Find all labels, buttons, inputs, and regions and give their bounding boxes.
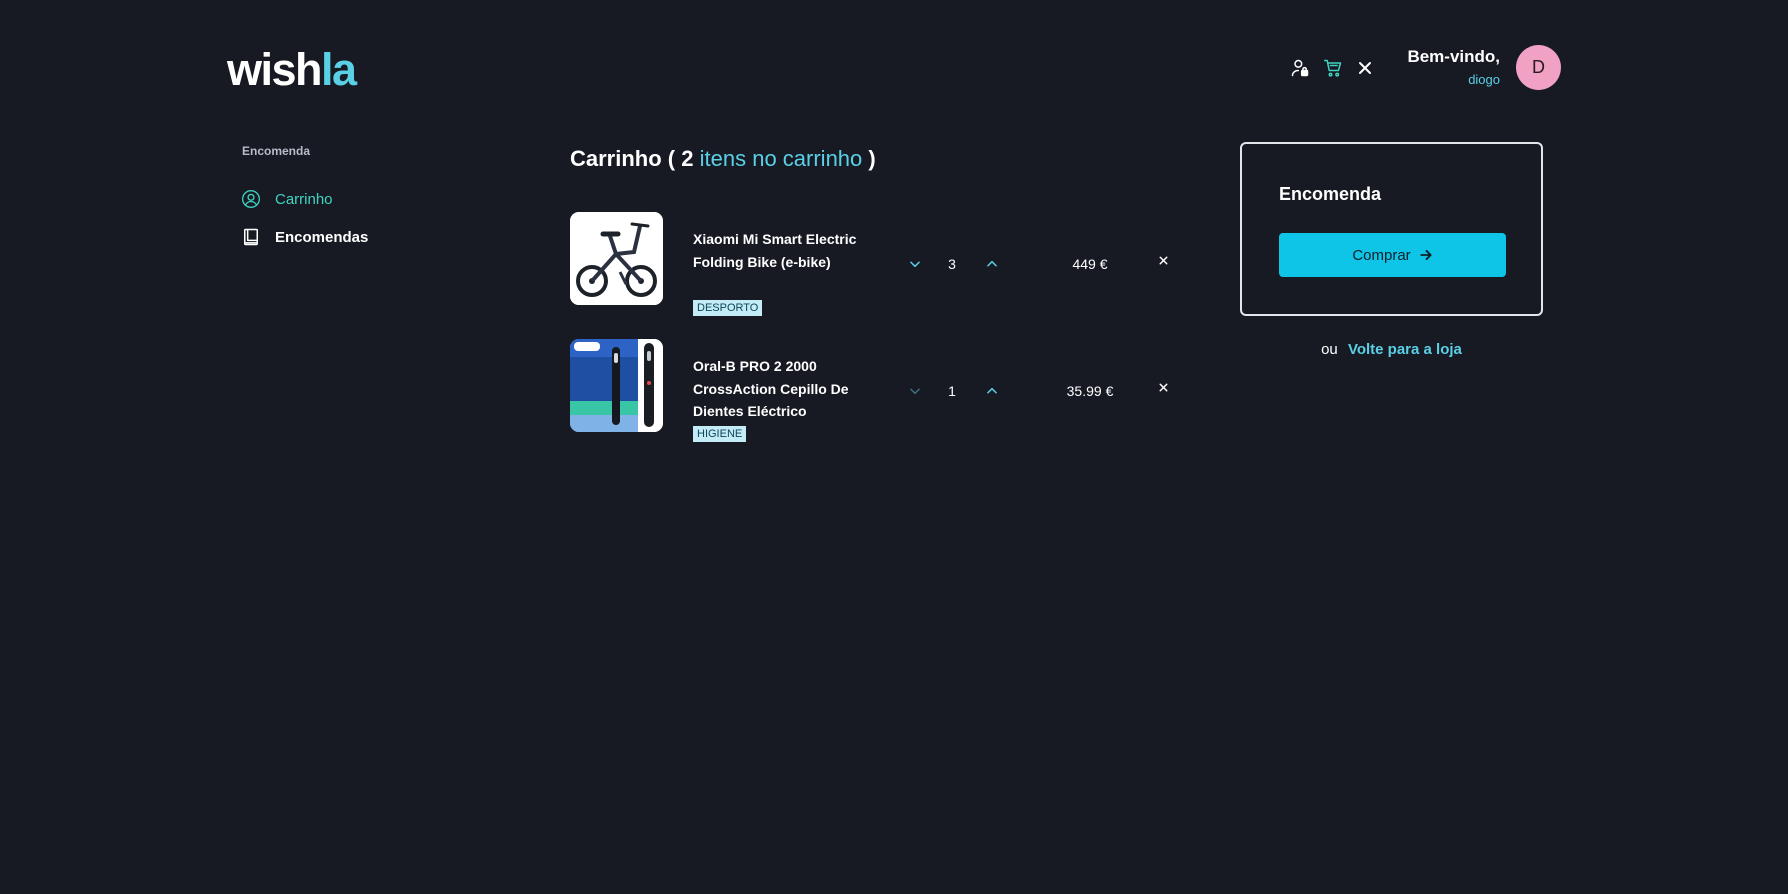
avatar[interactable]: D — [1516, 45, 1561, 90]
buy-button[interactable]: Comprar — [1279, 233, 1506, 277]
category-badge: DESPORTO — [693, 300, 763, 316]
brand-logo[interactable]: wishla — [227, 44, 357, 96]
book-icon — [244, 228, 258, 246]
close-icon[interactable] — [1354, 57, 1376, 79]
chevron-up-icon — [987, 260, 997, 267]
welcome-text: Bem-vindo, — [1407, 47, 1500, 66]
chevron-down-icon — [910, 261, 920, 268]
buy-button-label: Comprar — [1352, 246, 1411, 264]
back-to-shop-link[interactable]: Volte para a loja — [1348, 341, 1462, 358]
user-circle-icon — [242, 190, 260, 208]
username[interactable]: diogo — [1407, 72, 1500, 87]
quantity-value: 1 — [948, 383, 956, 399]
quantity-increase-button[interactable] — [984, 256, 1000, 272]
category-badge: HIGIENE — [693, 426, 747, 442]
cart-icon[interactable] — [1322, 57, 1344, 79]
cart-title-accent: itens no carrinho — [699, 146, 863, 171]
sidebar-item-encomendas[interactable]: Encomendas — [241, 227, 368, 247]
chevron-down-icon — [910, 388, 920, 395]
arrow-right-icon — [1420, 249, 1432, 261]
quantity-decrease-button[interactable] — [907, 383, 923, 399]
back-to-shop-line: ou Volte para a loja — [1240, 341, 1543, 358]
sidebar-item-label: Encomendas — [275, 228, 369, 246]
close-icon — [1158, 383, 1168, 392]
product-image[interactable] — [570, 212, 663, 305]
cart-title-prefix: Carrinho ( — [570, 146, 676, 171]
product-name[interactable]: Oral-B PRO 2 2000 CrossAction Cepillo De… — [693, 355, 863, 423]
item-price: 449 € — [1072, 256, 1108, 272]
cart-count: 2 — [681, 146, 694, 171]
brand-logo-part1: wish — [227, 44, 323, 95]
sidebar-item-label: Carrinho — [275, 190, 333, 208]
cart-item-row: Oral-B PRO 2 2000 CrossAction Cepillo De… — [570, 339, 1171, 442]
or-label: ou — [1321, 341, 1338, 358]
user-lock-icon[interactable] — [1289, 57, 1311, 79]
quantity-value: 3 — [948, 256, 956, 272]
remove-item-button[interactable] — [1155, 381, 1171, 399]
sidebar-heading: Encomenda — [242, 144, 311, 158]
product-name[interactable]: Xiaomi Mi Smart Electric Folding Bike (e… — [693, 228, 863, 273]
brand-logo-part2: la — [321, 44, 357, 95]
close-icon — [1158, 256, 1168, 265]
cart-item-row: Xiaomi Mi Smart Electric Folding Bike (e… — [570, 212, 1171, 316]
product-image[interactable] — [570, 339, 663, 432]
welcome-block: Bem-vindo, diogo — [1407, 46, 1500, 87]
page: wishla Bem-vindo, diogo D Encomenda Carr… — [0, 0, 1788, 894]
chevron-up-icon — [987, 387, 997, 394]
cart-title-suffix: ) — [868, 146, 876, 171]
cart-title: Carrinho ( 2 itens no carrinho ) — [570, 146, 876, 172]
order-title: Encomenda — [1279, 184, 1382, 204]
item-price: 35.99 € — [1066, 383, 1114, 399]
order-summary-panel: Encomenda Comprar — [1240, 142, 1543, 316]
sidebar-item-carrinho[interactable]: Carrinho — [241, 189, 333, 209]
quantity-increase-button[interactable] — [984, 383, 1000, 399]
remove-item-button[interactable] — [1155, 254, 1171, 272]
quantity-decrease-button[interactable] — [907, 256, 923, 272]
